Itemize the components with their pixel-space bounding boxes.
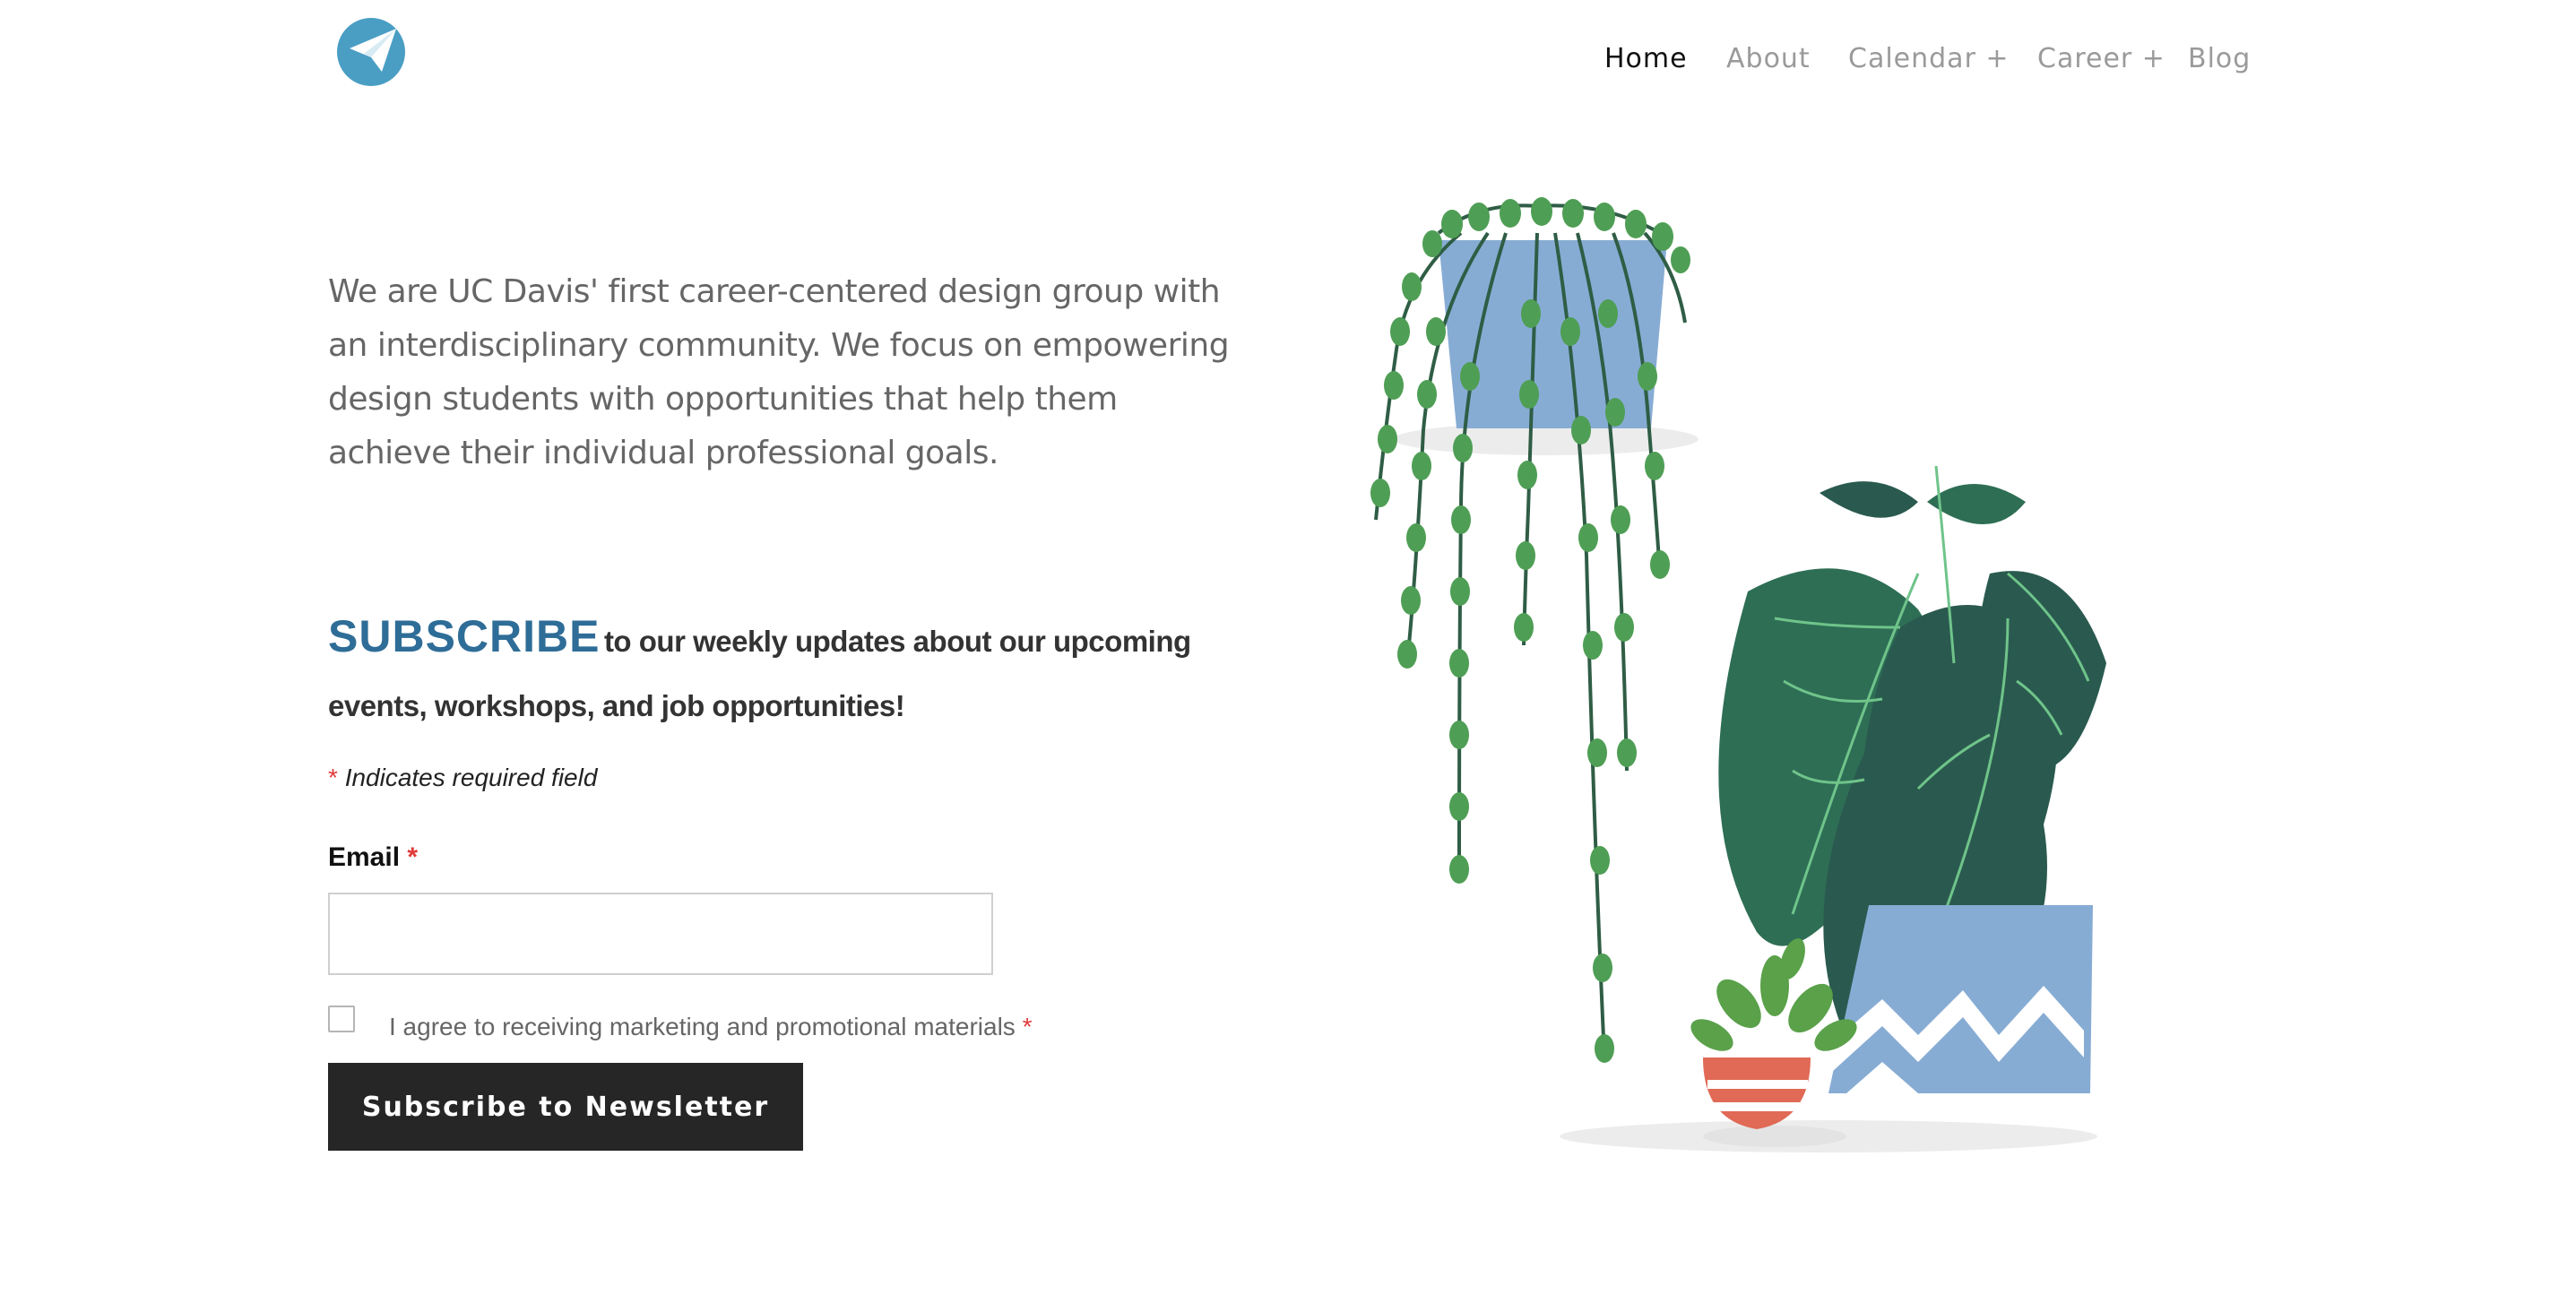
- agree-label-text: I agree to receiving marketing and promo…: [389, 1013, 1016, 1040]
- nav-home[interactable]: Home: [1604, 39, 1688, 79]
- nav-calendar[interactable]: Calendar +: [1848, 39, 2010, 79]
- email-label: Email *: [328, 842, 418, 873]
- subscribe-title: SUBSCRIBE: [328, 611, 601, 661]
- plants-illustration: [1327, 197, 2241, 1165]
- nav-career[interactable]: Career +: [2037, 39, 2165, 79]
- agree-checkbox[interactable]: [328, 1006, 355, 1032]
- potted-plants-illustration: [1370, 197, 2106, 1152]
- required-star: *: [328, 764, 338, 791]
- nav-blog[interactable]: Blog: [2188, 39, 2251, 79]
- email-input[interactable]: [328, 893, 993, 975]
- subscribe-button[interactable]: Subscribe to Newsletter: [328, 1063, 803, 1151]
- paper-plane-icon: [337, 18, 405, 86]
- logo[interactable]: [337, 18, 405, 86]
- agree-required-star: *: [1022, 1013, 1033, 1040]
- main-nav: Home About Calendar + Career + Blog: [1604, 39, 2250, 79]
- intro-text: We are UC Davis' first career-centered d…: [328, 273, 1230, 471]
- nav-about[interactable]: About: [1726, 39, 1811, 79]
- subscribe-heading: SUBSCRIBE to our weekly updates about ou…: [328, 609, 1251, 738]
- email-required-star: *: [407, 842, 419, 872]
- required-note-text: Indicates required field: [344, 764, 598, 791]
- agree-label: I agree to receiving marketing and promo…: [389, 1013, 1032, 1041]
- email-label-text: Email: [328, 842, 401, 872]
- required-note: * Indicates required field: [328, 764, 597, 792]
